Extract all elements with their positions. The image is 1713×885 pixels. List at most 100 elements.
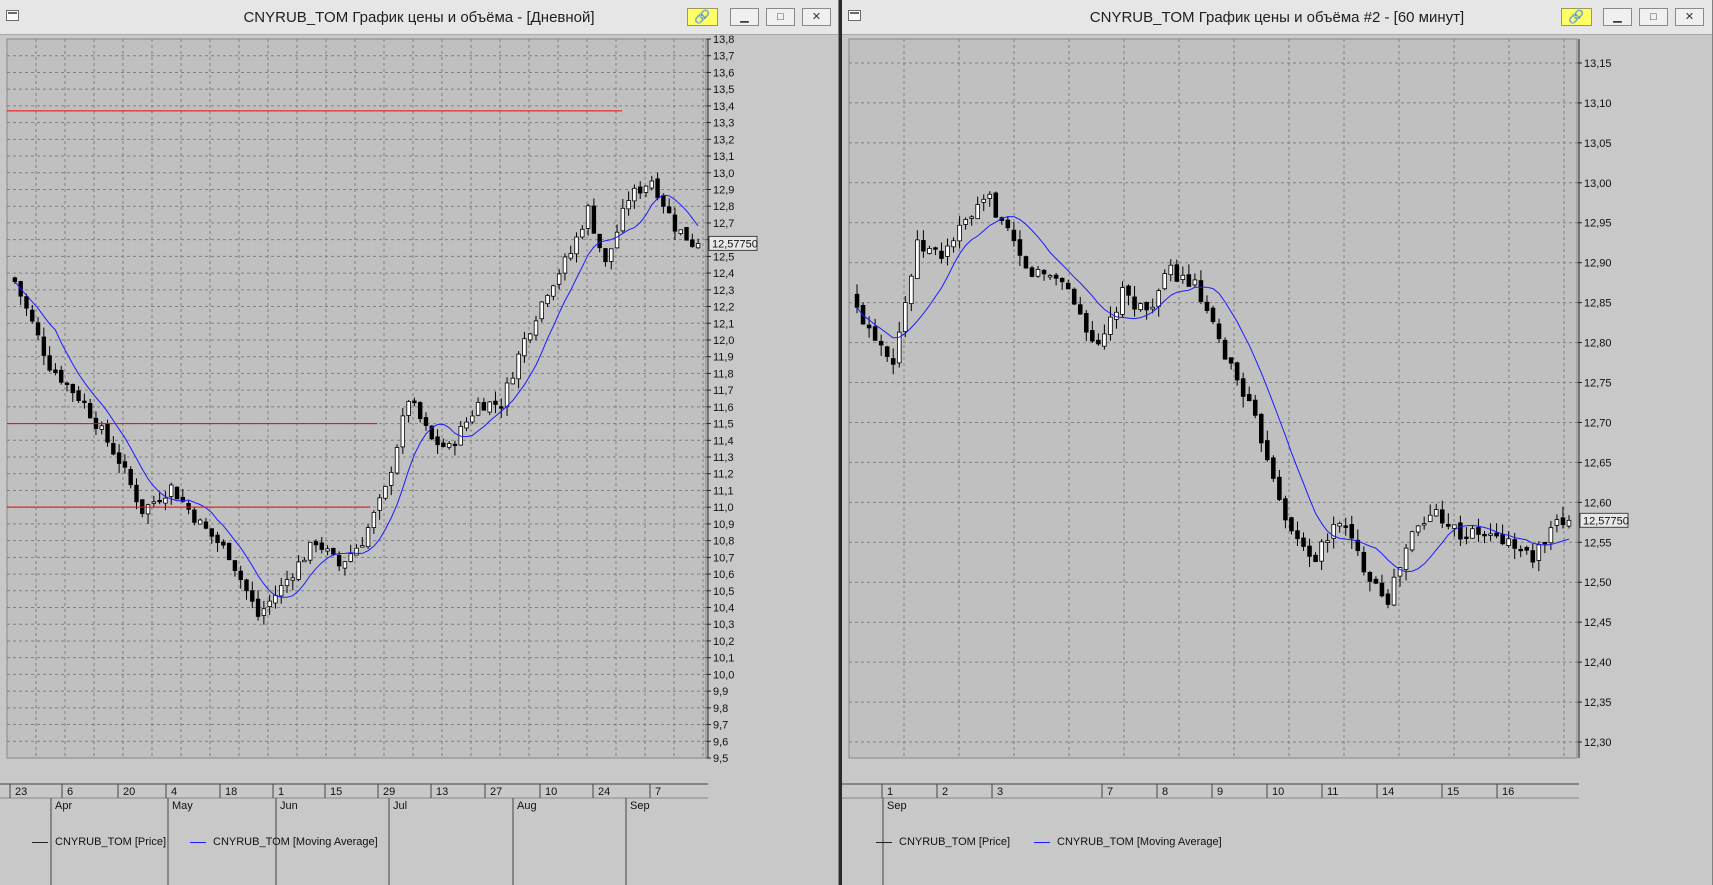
candle-body — [1506, 538, 1511, 546]
candle-body — [1349, 524, 1355, 539]
maximize-icon[interactable]: □ — [766, 8, 795, 26]
candle-body — [203, 521, 209, 529]
candle-body — [915, 239, 920, 280]
month-label: Aug — [517, 800, 537, 812]
month-label: Sep — [630, 800, 650, 812]
plot-area — [7, 39, 706, 758]
y-tick-label: 12,2 — [713, 302, 734, 314]
y-tick-label: 13,6 — [713, 67, 734, 79]
candle-body — [1440, 509, 1445, 524]
candle-body — [140, 499, 145, 515]
close-icon[interactable]: ✕ — [802, 8, 831, 26]
y-tick-label: 11,0 — [713, 502, 734, 514]
candle-body — [76, 390, 81, 402]
y-tick-label: 10,3 — [713, 619, 734, 631]
candle-body — [499, 406, 504, 409]
price-chart-daily[interactable]: 13,8 13,7 13,6 13,5 13,4 13,3 13,2 13,1 13,0 12,9… — [0, 34, 839, 885]
candle-body — [975, 204, 980, 220]
candle-body — [1198, 280, 1204, 302]
chart-window-hourly[interactable]: CNYRUB_TOM График цены и объёма #2 - [60… — [842, 0, 1713, 885]
legend-swatch-price — [32, 841, 48, 843]
candle-body — [290, 577, 296, 581]
candle-body — [1464, 536, 1469, 539]
y-tick-label: 10,6 — [713, 569, 734, 581]
candle-body — [903, 302, 908, 332]
candle-body — [921, 240, 926, 252]
candle-body — [626, 200, 631, 210]
candle-body — [1059, 277, 1065, 283]
candle-body — [145, 504, 151, 515]
y-tick-label: 10,0 — [713, 669, 734, 681]
candle-body — [360, 545, 365, 548]
x-tick-label: 4 — [171, 786, 177, 798]
legend-item-ma: CNYRUB_TOM [Moving Average] — [1034, 836, 1222, 848]
x-tick-label: 15 — [330, 786, 342, 798]
candle-body — [1337, 523, 1342, 527]
y-tick-label: 11,3 — [713, 452, 734, 464]
month-label: May — [172, 800, 193, 812]
candle-body — [394, 447, 400, 474]
candle-body — [197, 519, 203, 525]
y-tick-label: 10,9 — [713, 519, 734, 531]
y-tick-label: 9,7 — [713, 720, 728, 732]
candle-body — [1017, 239, 1023, 256]
price-chart-hourly[interactable]: 13,15 13,10 13,05 13,00 12,95 12,90 12,85 12,80… — [842, 34, 1713, 885]
candle-body — [643, 185, 649, 193]
candle-body — [1144, 301, 1149, 311]
candle-body — [383, 486, 388, 499]
candle-body — [423, 417, 429, 426]
candle-body — [580, 228, 585, 238]
candle-body — [35, 322, 41, 336]
minimize-icon[interactable]: ▁ — [730, 8, 759, 26]
y-tick-label: 9,6 — [713, 736, 728, 748]
y-tick-label: 11,6 — [713, 402, 734, 414]
candle-body — [1452, 524, 1457, 529]
candle-body — [24, 296, 29, 309]
candle-body — [365, 527, 371, 548]
y-tick-label: 12,75 — [1584, 378, 1612, 390]
y-tick-label: 12,1 — [713, 318, 734, 330]
y-tick-label: 11,1 — [713, 485, 734, 497]
candle-body — [1084, 313, 1089, 333]
link-icon[interactable]: 🔗 — [687, 8, 718, 26]
link-icon[interactable]: 🔗 — [1561, 8, 1592, 26]
close-icon[interactable]: ✕ — [1675, 8, 1704, 26]
candle-body — [1071, 288, 1077, 305]
maximize-icon[interactable]: □ — [1639, 8, 1668, 26]
y-tick-label: 13,00 — [1584, 178, 1612, 190]
y-tick-label: 12,90 — [1584, 258, 1612, 270]
minimize-icon[interactable]: ▁ — [1603, 8, 1632, 26]
candle-body — [620, 207, 626, 232]
candle-body — [655, 178, 660, 199]
y-tick-label: 12,40 — [1584, 657, 1612, 669]
candle-body — [1494, 532, 1499, 537]
candle-body — [1240, 378, 1246, 397]
y-tick-label: 12,3 — [713, 285, 734, 297]
candle-body — [1180, 274, 1186, 280]
candle-body — [389, 471, 394, 486]
y-tick-label: 13,7 — [713, 51, 734, 63]
candle-body — [1174, 264, 1180, 282]
y-tick-label: 12,35 — [1584, 697, 1612, 709]
y-tick-label: 13,15 — [1584, 58, 1612, 70]
candle-body — [1053, 274, 1059, 279]
candle-body — [1162, 273, 1168, 290]
x-tick-label: 16 — [1502, 786, 1514, 798]
candle-body — [1096, 339, 1101, 345]
candle-body — [12, 277, 18, 282]
candle-body — [1385, 593, 1391, 605]
y-tick-label: 12,7 — [713, 218, 734, 230]
candle-body — [481, 402, 487, 411]
candle-body — [574, 236, 579, 255]
x-tick-label: 2 — [942, 786, 948, 798]
candle-body — [487, 401, 492, 413]
window-titlebar[interactable]: CNYRUB_TOM График цены и объёма - [Дневн… — [0, 0, 838, 35]
candle-body — [1186, 274, 1192, 287]
candle-body — [963, 219, 968, 225]
candle-body — [296, 561, 301, 580]
candle-body — [400, 415, 406, 448]
window-titlebar[interactable]: CNYRUB_TOM График цены и объёма #2 - [60… — [842, 0, 1712, 35]
candle-body — [1265, 440, 1270, 461]
chart-window-daily[interactable]: CNYRUB_TOM График цены и объёма - [Дневн… — [0, 0, 839, 885]
candle-body — [1216, 323, 1222, 340]
